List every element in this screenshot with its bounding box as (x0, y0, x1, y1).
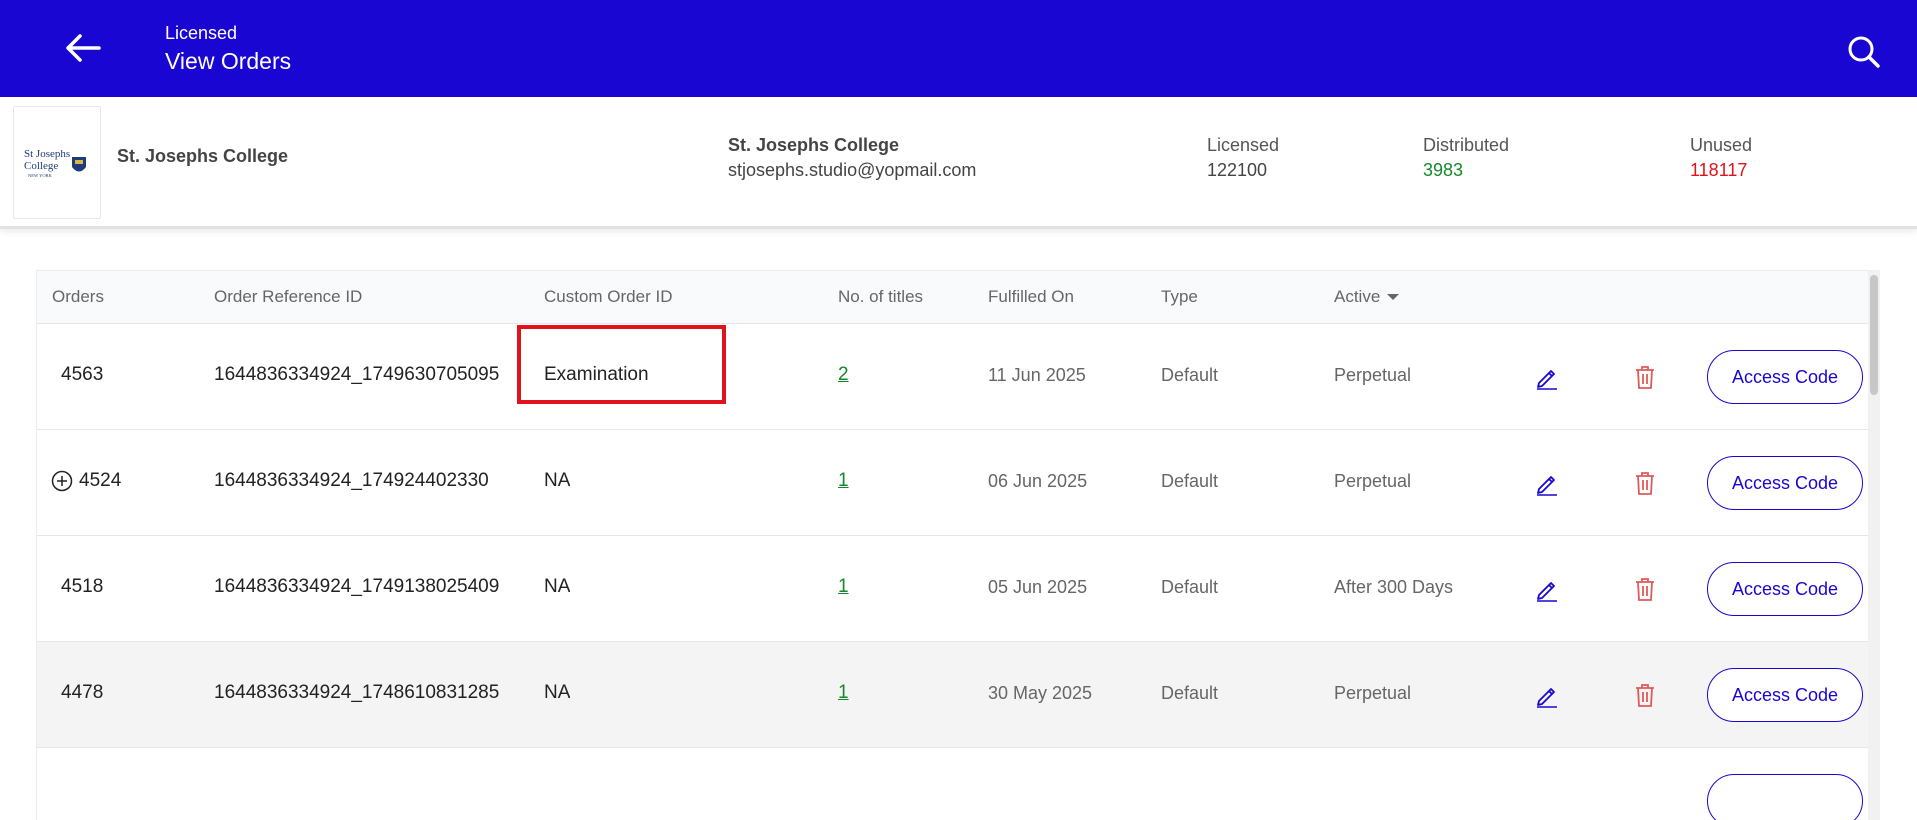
access-code-button[interactable]: Access Code (1707, 350, 1863, 404)
active-status: Perpetual (1334, 365, 1412, 385)
fulfilled-date: 06 Jun 2025 (988, 471, 1088, 491)
fulfilled-date: 05 Jun 2025 (988, 577, 1088, 597)
search-button[interactable] (1846, 34, 1882, 70)
unused-stat: Unused 118117 (1690, 133, 1752, 183)
titles-link[interactable]: 1 (838, 682, 849, 704)
order-number-expandable[interactable]: 4524 (51, 470, 121, 492)
header-orders: Orders (52, 287, 104, 306)
header-type: Type (1161, 287, 1198, 306)
distributed-stat: Distributed 3983 (1423, 133, 1509, 183)
title-block: Licensed View Orders (165, 22, 291, 76)
table-row: 4518 1644836334924_1749138025409 NA 1 05… (37, 536, 1869, 642)
page-title: View Orders (165, 48, 292, 74)
header-fulfilled: Fulfilled On (988, 287, 1074, 306)
edit-icon (1537, 370, 1557, 390)
header-active-sort[interactable]: Active (1334, 287, 1400, 307)
order-ref-id: 1644836334924_1749138025409 (214, 576, 500, 597)
edit-icon (1537, 476, 1557, 496)
titles-link[interactable]: 1 (838, 470, 849, 492)
contact-name: St. Josephs College (728, 135, 900, 155)
svg-text:NEW YORK: NEW YORK (28, 173, 53, 178)
edit-button[interactable] (1534, 470, 1560, 496)
order-type: Default (1161, 577, 1219, 597)
edit-button[interactable] (1534, 364, 1560, 390)
fulfilled-date: 11 Jun 2025 (988, 365, 1086, 385)
active-status: After 300 Days (1334, 577, 1454, 597)
table-row: 4524 1644836334924_174924402330 NA 1 06 … (37, 430, 1869, 536)
delete-icon (1636, 578, 1654, 601)
table-row: 4563 1644836334924_1749630705095 Examina… (37, 324, 1869, 430)
order-type: Default (1161, 471, 1219, 491)
titles-link[interactable]: 2 (838, 364, 849, 386)
unused-value: 118117 (1690, 160, 1748, 180)
active-status: Perpetual (1334, 471, 1412, 491)
delete-button[interactable] (1634, 576, 1658, 602)
distributed-label: Distributed (1423, 135, 1510, 155)
search-icon (1848, 36, 1880, 68)
delete-icon (1636, 684, 1654, 707)
orders-table: Orders Order Reference ID Custom Order I… (36, 270, 1878, 820)
order-type: Default (1161, 365, 1219, 385)
header-active-label: Active (1334, 287, 1381, 306)
edit-icon (1537, 582, 1557, 602)
institution-name: St. Josephs College (117, 146, 289, 166)
header-order-ref: Order Reference ID (214, 287, 363, 306)
back-arrow-icon (66, 34, 101, 62)
custom-id-highlight (517, 325, 726, 404)
edit-icon (1537, 688, 1557, 708)
access-code-button[interactable]: Access Code (1707, 668, 1863, 722)
header-custom-id: Custom Order ID (544, 287, 673, 306)
access-code-button[interactable]: Access Code (1707, 562, 1863, 616)
sort-down-icon (1387, 294, 1400, 300)
plus-circle-icon[interactable] (51, 470, 73, 492)
header-titles: No. of titles (838, 287, 924, 306)
order-number: 4478 (61, 682, 104, 703)
delete-button[interactable] (1634, 364, 1658, 390)
active-status: Perpetual (1334, 683, 1412, 703)
custom-order-id: NA (544, 682, 571, 703)
access-code-button[interactable]: Access Code (1707, 456, 1863, 510)
order-ref-id: 1644836334924_1748610831285 (214, 682, 500, 703)
delete-button[interactable] (1634, 470, 1658, 496)
delete-icon (1636, 366, 1654, 389)
institution-logo: St Josephs College NEW YORK (13, 106, 101, 219)
titles-link[interactable]: 1 (838, 576, 849, 598)
delete-icon (1636, 472, 1654, 495)
svg-text:St Josephs: St Josephs (24, 148, 70, 160)
order-number: 4524 (79, 470, 122, 491)
edit-button[interactable] (1534, 576, 1560, 602)
order-number: 4563 (61, 364, 104, 385)
contact-email: stjosephs.studio@yopmail.com (728, 160, 977, 180)
edit-button[interactable] (1534, 682, 1560, 708)
unused-label: Unused (1690, 135, 1753, 155)
order-type: Default (1161, 683, 1219, 703)
delete-button[interactable] (1634, 682, 1658, 708)
licensed-label: Licensed (1207, 135, 1280, 155)
table-row: 4478 1644836334924_1748610831285 NA 1 30… (37, 642, 1869, 748)
custom-order-id: NA (544, 470, 571, 491)
table-row (37, 748, 1869, 820)
back-button[interactable] (62, 28, 104, 68)
svg-text:College: College (24, 160, 58, 172)
access-code-button-partial[interactable] (1707, 774, 1863, 820)
table-scrollbar-thumb[interactable] (1870, 275, 1878, 395)
licensed-value: 122100 (1207, 160, 1268, 180)
contact-info: St. Josephs College stjosephs.studio@yop… (728, 133, 976, 183)
order-ref-id: 1644836334924_174924402330 (214, 470, 489, 491)
order-number: 4518 (61, 576, 104, 597)
top-app-bar: Licensed View Orders (0, 0, 1917, 97)
order-ref-id: 1644836334924_1749630705095 (214, 364, 500, 385)
licensed-stat: Licensed 122100 (1207, 133, 1279, 183)
fulfilled-date: 30 May 2025 (988, 683, 1093, 703)
page-subtitle: Licensed (165, 23, 238, 43)
custom-order-id: NA (544, 576, 571, 597)
distributed-value: 3983 (1423, 160, 1464, 180)
table-header: Orders Order Reference ID Custom Order I… (37, 270, 1869, 324)
institution-summary: St Josephs College NEW YORK St. Josephs … (0, 97, 1917, 229)
